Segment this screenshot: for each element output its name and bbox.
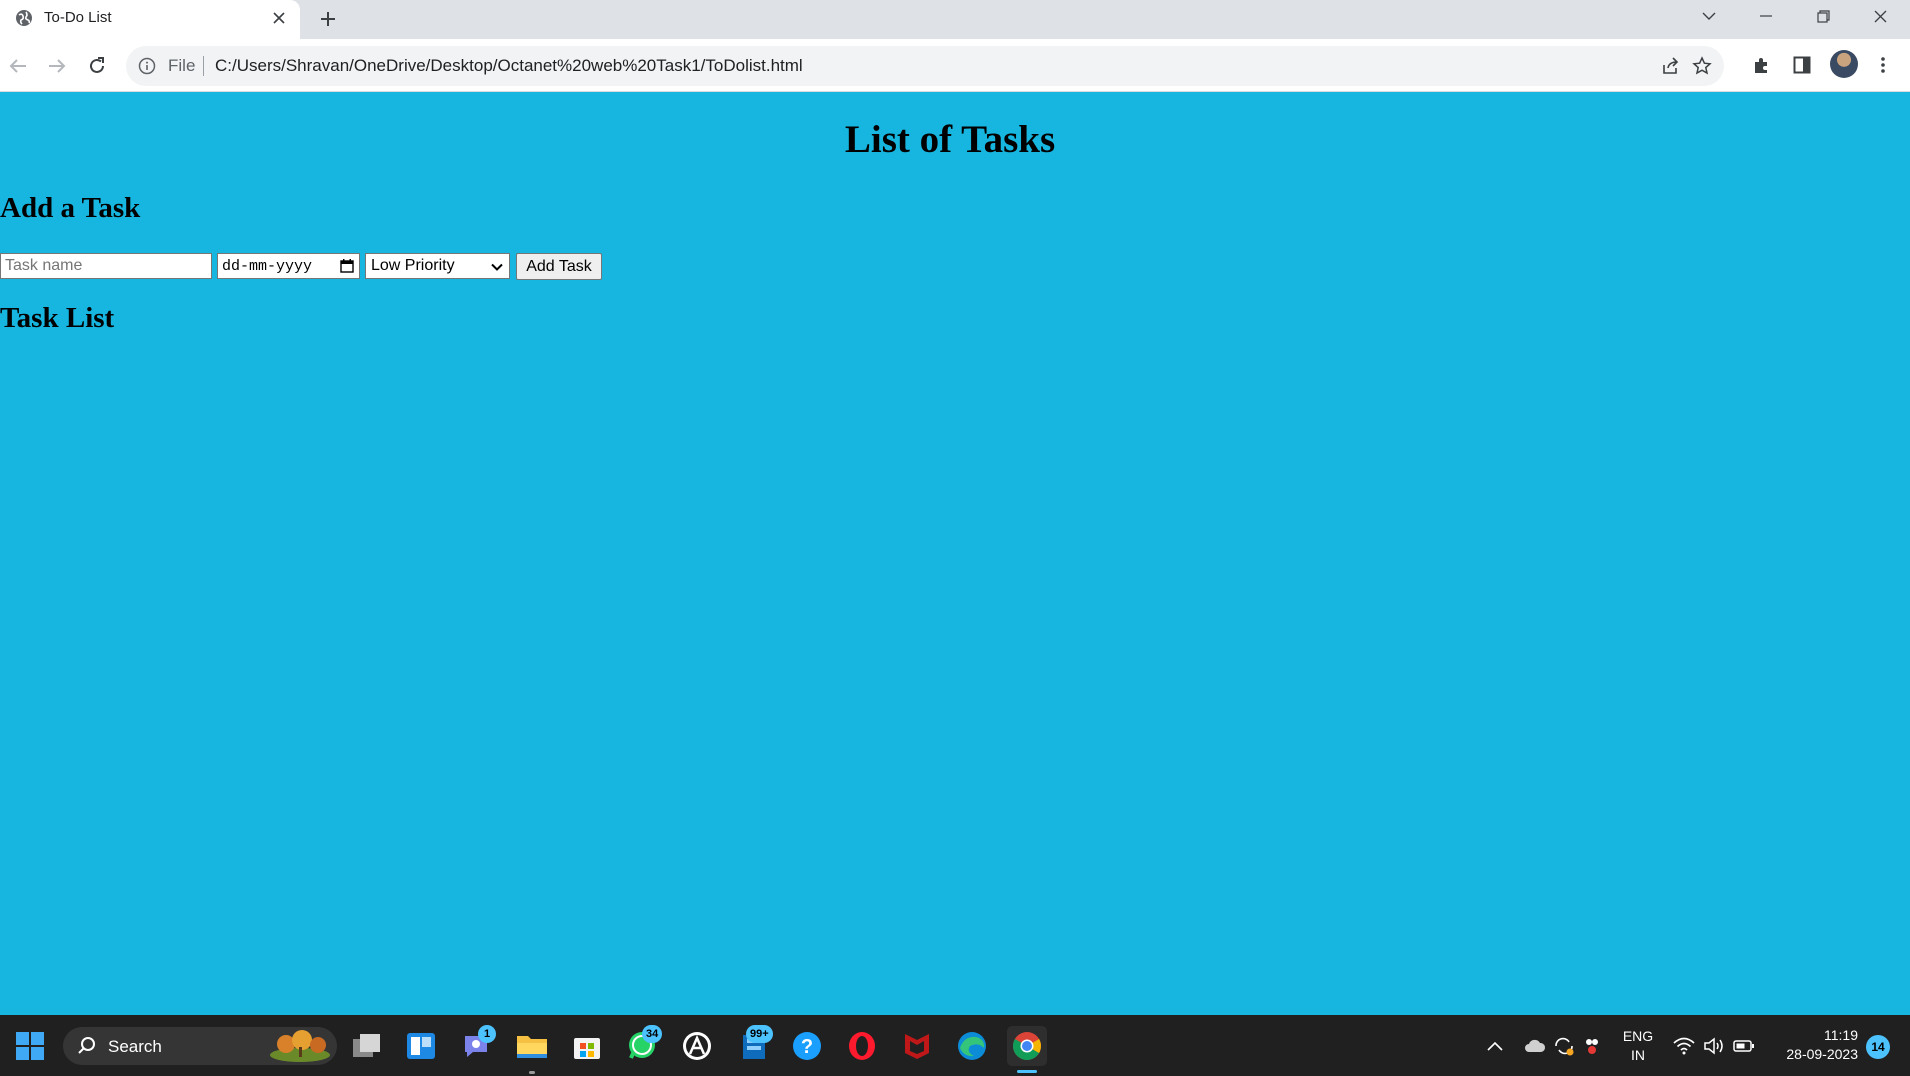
date-placeholder: dd-mm-yyyy (222, 257, 313, 275)
language-line1: ENG (1622, 1028, 1654, 1044)
chevron-down-icon (491, 263, 503, 271)
language-indicator[interactable]: ENG IN (1618, 1027, 1658, 1065)
clock-date: 28-09-2023 (1786, 1046, 1858, 1062)
mcafee-icon[interactable] (897, 1026, 937, 1066)
sync-icon[interactable] (1551, 1026, 1577, 1066)
clock-time: 11:19 (1824, 1027, 1858, 1043)
reload-icon[interactable] (81, 50, 113, 82)
extensions-puzzle-icon[interactable] (1749, 52, 1775, 78)
add-task-button[interactable]: Add Task (516, 253, 602, 280)
priority-select[interactable]: Low Priority (365, 253, 510, 279)
file-explorer-icon[interactable] (512, 1026, 552, 1066)
tab-strip: To-Do List (0, 0, 1910, 39)
new-tab-plus-icon[interactable] (314, 5, 342, 33)
tab-search-chevron-icon[interactable] (1681, 0, 1737, 32)
svg-text:?: ? (801, 1036, 813, 1058)
priority-selected-value: Low Priority (371, 257, 455, 274)
task-name-input[interactable] (0, 253, 212, 279)
app-icon-circle-a[interactable] (677, 1026, 717, 1066)
share-icon[interactable] (1660, 55, 1682, 77)
language-line2: IN (1631, 1047, 1645, 1063)
site-info-icon[interactable] (138, 57, 156, 75)
browser-tab[interactable]: To-Do List (0, 0, 300, 39)
back-arrow-icon[interactable] (2, 50, 34, 82)
profile-avatar[interactable] (1830, 50, 1858, 78)
windows-start-icon[interactable] (10, 1026, 50, 1066)
side-panel-icon[interactable] (1789, 52, 1815, 78)
taskbar: Search 1 34 99+ ? ENG IN 11:19 28-09-202… (0, 1015, 1910, 1076)
onedrive-cloud-icon[interactable] (1522, 1026, 1548, 1066)
restore-icon[interactable] (1795, 0, 1851, 32)
globe-icon (16, 10, 32, 26)
bookmark-star-icon[interactable] (1691, 55, 1713, 77)
more-menu-icon[interactable] (1870, 52, 1896, 78)
notification-count-badge[interactable]: 14 (1866, 1035, 1890, 1059)
forward-arrow-icon[interactable] (41, 50, 73, 82)
task-view-icon[interactable] (347, 1026, 387, 1066)
app-tray-icon[interactable] (1579, 1026, 1605, 1066)
add-task-heading: Add a Task (0, 192, 141, 224)
browser-toolbar: File C:/Users/Shravan/OneDrive/Desktop/O… (0, 39, 1910, 92)
app-badge: 99+ (746, 1025, 773, 1043)
due-date-input[interactable]: dd-mm-yyyy (217, 253, 360, 279)
taskbar-search-box[interactable]: Search (63, 1027, 337, 1065)
show-hidden-icons-chevron-icon[interactable] (1484, 1026, 1506, 1066)
running-indicator (529, 1071, 535, 1074)
help-icon[interactable]: ? (787, 1026, 827, 1066)
chrome-icon[interactable] (1007, 1026, 1047, 1066)
minimize-icon[interactable] (1738, 0, 1794, 32)
url-text[interactable]: C:/Users/Shravan/OneDrive/Desktop/Octane… (215, 56, 803, 76)
clock[interactable]: 11:19 28-09-2023 (1768, 1026, 1858, 1064)
task-list-heading: Task List (0, 302, 115, 334)
whatsapp-badge: 34 (642, 1025, 663, 1043)
wifi-icon[interactable] (1670, 1026, 1698, 1066)
search-label: Search (108, 1037, 162, 1056)
page-title: List of Tasks (844, 118, 1056, 161)
tab-title: To-Do List (44, 9, 112, 26)
page-content: List of Tasks Add a Task dd-mm-yyyy Low … (0, 92, 1910, 1015)
search-icon (78, 1037, 95, 1054)
active-app-indicator (1017, 1070, 1037, 1073)
url-scheme-label: File (168, 56, 196, 75)
close-window-icon[interactable] (1852, 0, 1908, 32)
search-highlight-illustration-icon (270, 1030, 330, 1062)
teams-badge: 1 (478, 1025, 496, 1043)
address-bar[interactable]: File C:/Users/Shravan/OneDrive/Desktop/O… (126, 46, 1724, 86)
microsoft-store-icon[interactable] (567, 1026, 607, 1066)
edge-icon[interactable] (952, 1026, 992, 1066)
opera-icon[interactable] (842, 1026, 882, 1066)
url-separator (203, 56, 204, 76)
widgets-icon[interactable] (401, 1026, 441, 1066)
calendar-icon[interactable] (340, 259, 354, 273)
close-tab-icon[interactable] (268, 7, 290, 29)
battery-icon[interactable] (1730, 1026, 1758, 1066)
volume-icon[interactable] (1700, 1026, 1728, 1066)
